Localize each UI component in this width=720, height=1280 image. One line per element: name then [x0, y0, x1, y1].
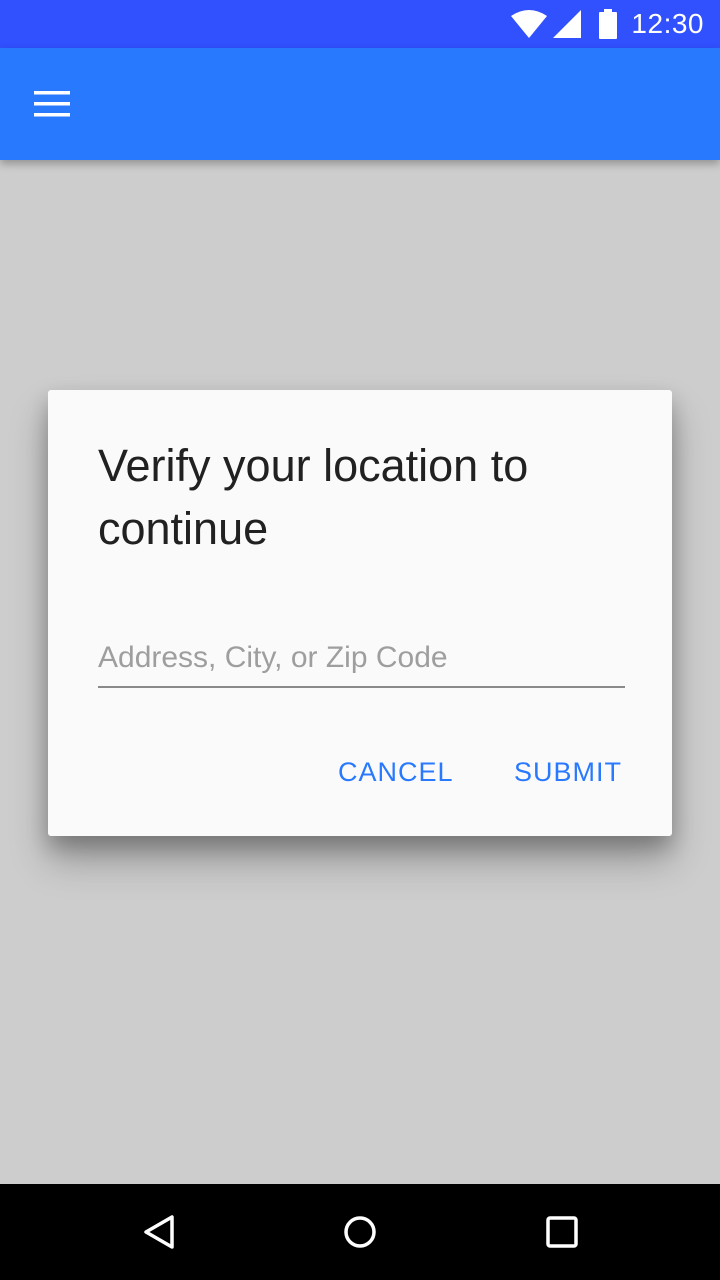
app-bar	[0, 48, 720, 160]
back-button[interactable]	[120, 1204, 200, 1260]
menu-button[interactable]	[20, 76, 84, 132]
dialog-title: Verify your location to continue	[98, 440, 529, 554]
recents-button[interactable]	[522, 1204, 602, 1260]
recents-icon	[546, 1216, 578, 1248]
wifi-icon	[511, 10, 548, 38]
navigation-bar	[0, 1184, 720, 1280]
location-dialog: Verify your location to continue CANCEL …	[48, 390, 672, 836]
submit-button[interactable]: SUBMIT	[498, 744, 638, 800]
status-time: 12:30	[631, 8, 704, 39]
signal-icon	[553, 10, 582, 38]
back-icon	[144, 1215, 174, 1249]
location-input[interactable]	[98, 630, 625, 688]
menu-icon	[34, 91, 70, 117]
screen: 12:30 Verify your location to continue C…	[0, 0, 720, 1280]
cancel-button[interactable]: CANCEL	[322, 744, 470, 800]
battery-icon	[599, 9, 618, 39]
status-bar: 12:30	[0, 0, 720, 48]
home-button[interactable]	[320, 1204, 400, 1260]
status-icons: 12:30	[511, 0, 704, 48]
home-icon	[344, 1216, 376, 1248]
